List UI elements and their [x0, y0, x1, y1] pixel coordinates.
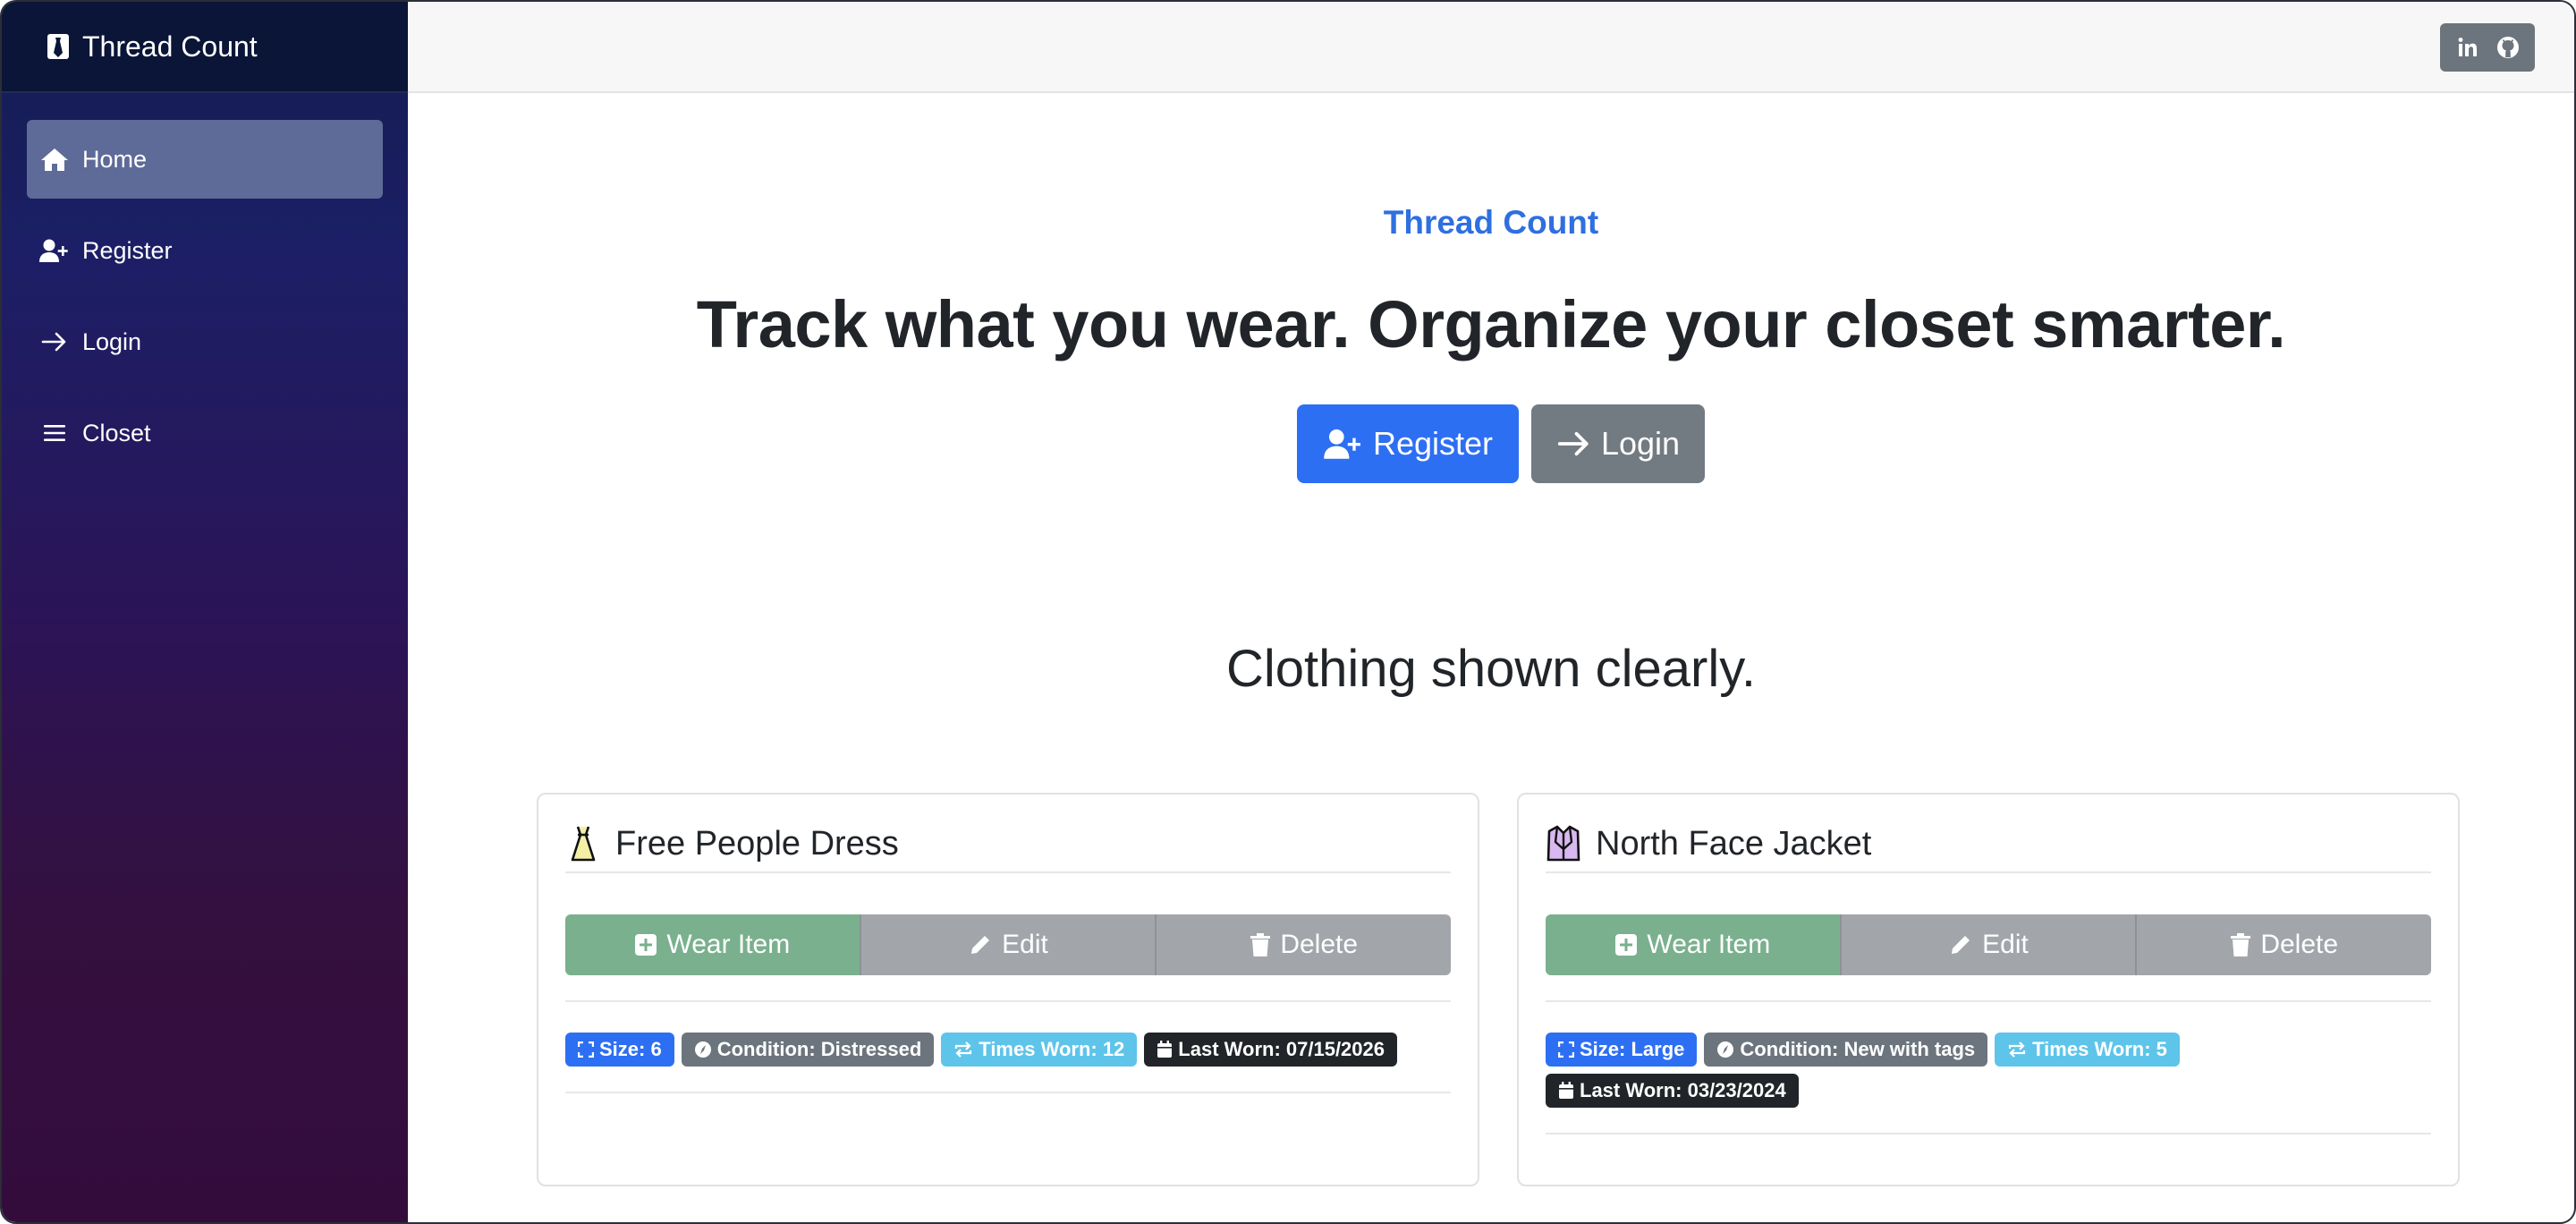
times-worn-text: Times Worn: 12 — [979, 1038, 1125, 1060]
plus-square-icon — [1614, 933, 1638, 956]
times-worn-badge: Times Worn: 5 — [1995, 1033, 2180, 1067]
social-links — [2440, 23, 2535, 72]
sidebar-item-label: Login — [82, 327, 142, 355]
plus-square-icon — [634, 933, 657, 956]
repeat-icon — [2007, 1041, 2027, 1058]
expand-icon — [1558, 1041, 1574, 1058]
size-text: Size: 6 — [599, 1038, 662, 1060]
times-worn-badge: Times Worn: 12 — [941, 1033, 1138, 1067]
section-title: Clothing shown clearly. — [1225, 640, 1757, 698]
delete-label: Delete — [1280, 930, 1359, 959]
sidebar-item-home[interactable]: Home — [27, 120, 383, 199]
trash-icon — [1250, 932, 1271, 957]
delete-button[interactable]: Delete — [2135, 914, 2431, 975]
compass-icon — [694, 1041, 712, 1058]
sidebar-item-label: Closet — [82, 419, 151, 446]
times-worn-text: Times Worn: 5 — [2032, 1038, 2167, 1060]
condition-text: Condition: Distressed — [716, 1038, 922, 1060]
card-actions: Wear Item Edit Delete — [565, 914, 1451, 975]
delete-label: Delete — [2260, 930, 2339, 959]
condition-badge: Condition: New with tags — [1704, 1033, 1988, 1067]
size-badge: Size: Large — [1546, 1033, 1698, 1067]
divider — [1546, 1000, 2431, 1002]
card-title: North Face Jacket — [1596, 824, 1872, 863]
brand[interactable]: Thread Count — [2, 2, 408, 93]
sidebar-item-closet[interactable]: Closet — [27, 394, 383, 472]
hero-buttons: Register Login — [1297, 404, 1705, 483]
clothing-card: Free People Dress Wear Item Edit Delete … — [537, 793, 1479, 1186]
pencil-icon — [968, 932, 993, 957]
last-worn-badge: Last Worn: 07/15/2026 — [1144, 1033, 1397, 1067]
clothing-card: North Face Jacket Wear Item Edit Delete … — [1517, 793, 2460, 1186]
card-actions: Wear Item Edit Delete — [1546, 914, 2431, 975]
size-text: Size: Large — [1580, 1038, 1685, 1060]
wear-item-label: Wear Item — [666, 930, 791, 959]
sidebar: Thread Count Home Register Login Closet — [2, 2, 408, 1222]
card-title: Free People Dress — [615, 824, 899, 863]
condition-text: Condition: New with tags — [1740, 1038, 1976, 1060]
main-content: Thread Count Track what you wear. Organi… — [408, 93, 2574, 1222]
calendar-icon — [1558, 1082, 1574, 1100]
jacket-icon — [1546, 824, 1581, 863]
home-icon — [39, 146, 70, 173]
edit-label: Edit — [1982, 930, 2029, 959]
card-header: North Face Jacket — [1546, 816, 2431, 873]
edit-button[interactable]: Edit — [1839, 914, 2136, 975]
tie-icon — [47, 33, 70, 60]
hero-title: Track what you wear. Organize your close… — [696, 287, 2286, 361]
compass-icon — [1716, 1041, 1734, 1058]
divider — [565, 1092, 1451, 1093]
user-plus-icon — [1323, 428, 1364, 460]
calendar-icon — [1157, 1041, 1173, 1058]
divider — [1546, 1133, 2431, 1135]
top-bar — [408, 2, 2574, 93]
last-worn-text: Last Worn: 03/23/2024 — [1580, 1079, 1786, 1101]
item-badges: Size: 6 Condition: Distressed Times Worn… — [565, 1033, 1451, 1067]
delete-button[interactable]: Delete — [1155, 914, 1451, 975]
user-plus-icon — [39, 237, 70, 264]
github-icon[interactable] — [2494, 33, 2522, 62]
sidebar-item-login[interactable]: Login — [27, 302, 383, 381]
app-window: Thread Count Home Register Login Closet … — [0, 0, 2576, 1224]
card-header: Free People Dress — [565, 816, 1451, 873]
size-badge: Size: 6 — [565, 1033, 674, 1067]
register-button-label: Register — [1372, 425, 1494, 462]
hero-kicker: Thread Count — [1383, 204, 1599, 241]
last-worn-badge: Last Worn: 03/23/2024 — [1546, 1074, 1799, 1108]
arrow-right-icon — [1556, 430, 1592, 457]
arrow-right-icon — [39, 328, 70, 355]
dress-icon — [565, 824, 601, 863]
divider — [565, 1000, 1451, 1002]
trash-icon — [2230, 932, 2251, 957]
bars-icon — [39, 420, 70, 446]
sidebar-item-label: Register — [82, 236, 173, 264]
login-button-label: Login — [1600, 425, 1681, 462]
register-button[interactable]: Register — [1297, 404, 1519, 483]
wear-item-button[interactable]: Wear Item — [565, 914, 860, 975]
edit-button[interactable]: Edit — [859, 914, 1156, 975]
pencil-icon — [1948, 932, 1973, 957]
wear-item-label: Wear Item — [1647, 930, 1771, 959]
sidebar-nav: Home Register Login Closet — [2, 93, 408, 472]
expand-icon — [578, 1041, 594, 1058]
condition-badge: Condition: Distressed — [681, 1033, 935, 1067]
sidebar-item-register[interactable]: Register — [27, 211, 383, 290]
linkedin-icon[interactable] — [2453, 33, 2482, 62]
last-worn-text: Last Worn: 07/15/2026 — [1178, 1038, 1385, 1060]
wear-item-button[interactable]: Wear Item — [1546, 914, 1840, 975]
sidebar-item-label: Home — [82, 145, 148, 173]
brand-label: Thread Count — [82, 30, 258, 63]
login-button[interactable]: Login — [1531, 404, 1705, 483]
item-badges: Size: Large Condition: New with tags Tim… — [1546, 1033, 2431, 1108]
repeat-icon — [953, 1041, 973, 1058]
edit-label: Edit — [1002, 930, 1048, 959]
